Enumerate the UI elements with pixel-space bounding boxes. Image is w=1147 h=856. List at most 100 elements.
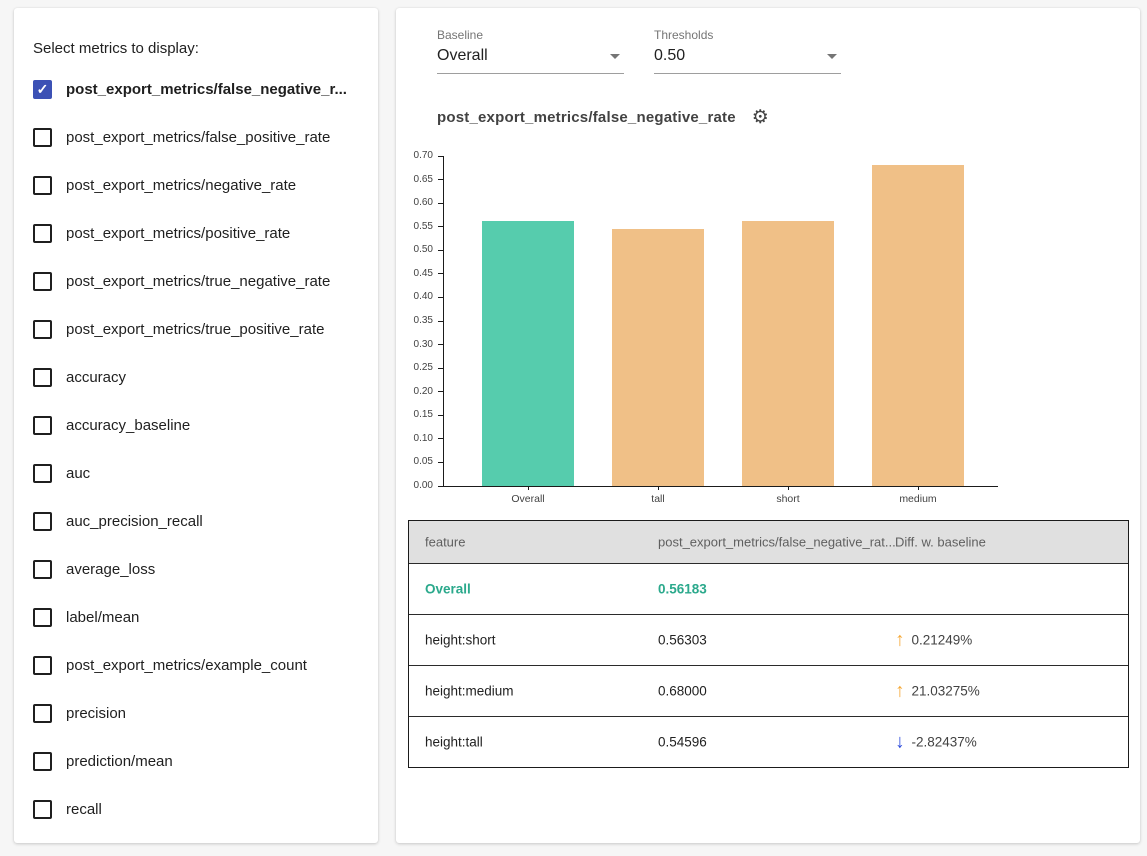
metric-item-label: post_export_metrics/positive_rate — [66, 225, 290, 242]
checkbox-unchecked-icon[interactable] — [33, 656, 52, 675]
metric-selector-panel: Select metrics to display: ✓post_export_… — [14, 8, 378, 843]
y-axis-tick — [438, 462, 444, 463]
metric-item-post-export-metrics-true-negative-rate[interactable]: post_export_metrics/true_negative_rate — [14, 257, 378, 305]
checkbox-unchecked-icon[interactable] — [33, 128, 52, 147]
chevron-down-icon — [610, 54, 620, 59]
thresholds-dropdown[interactable]: Thresholds 0.50 — [654, 28, 841, 74]
metric-item-average-loss[interactable]: average_loss — [14, 545, 378, 593]
gear-icon[interactable]: ⚙ — [752, 108, 769, 127]
checkbox-unchecked-icon[interactable] — [33, 272, 52, 291]
metric-item-label: post_export_metrics/false_negative_r... — [66, 81, 347, 98]
metric-item-label: post_export_metrics/false_positive_rate — [66, 129, 330, 146]
metric-item-post-export-metrics-negative-rate[interactable]: post_export_metrics/negative_rate — [14, 161, 378, 209]
cell-diff-with-baseline: ↑ 21.03275% — [895, 682, 980, 701]
y-axis-tick — [438, 391, 444, 392]
metric-item-label: average_loss — [66, 561, 155, 578]
metric-item-label-mean[interactable]: label/mean — [14, 593, 378, 641]
metric-item-post-export-metrics-false-positive-rate[interactable]: post_export_metrics/false_positive_rate — [14, 113, 378, 161]
table-body: Overall 0.56183 height:short0.56303↑0.2124… — [409, 563, 1128, 767]
bar-overall[interactable] — [482, 221, 574, 486]
checkbox-unchecked-icon[interactable] — [33, 752, 52, 771]
table-row-height-medium[interactable]: height:medium0.68000↑21.03275% — [409, 665, 1128, 716]
baseline-dropdown[interactable]: Baseline Overall — [437, 28, 624, 74]
y-axis-label: 0.10 — [397, 434, 433, 444]
table-header-metric: post_export_metrics/false_negative_rat..… — [658, 535, 896, 550]
table-row-height-tall[interactable]: height:tall0.54596↓-2.82437% — [409, 716, 1128, 767]
y-axis-label: 0.40 — [397, 292, 433, 302]
bar-tall[interactable] — [612, 229, 704, 486]
metric-item-post-export-metrics-example-count[interactable]: post_export_metrics/example_count — [14, 641, 378, 689]
checkbox-unchecked-icon[interactable] — [33, 176, 52, 195]
y-axis-tick — [438, 203, 444, 204]
checkbox-unchecked-icon[interactable] — [33, 560, 52, 579]
metric-item-prediction-mean[interactable]: prediction/mean — [14, 737, 378, 785]
y-axis-tick — [438, 368, 444, 369]
y-axis-label: 0.45 — [397, 269, 433, 279]
table-row-overall[interactable]: Overall 0.56183 — [409, 563, 1128, 614]
y-axis-tick — [438, 344, 444, 345]
checkbox-unchecked-icon[interactable] — [33, 224, 52, 243]
y-axis-tick — [438, 415, 444, 416]
metric-item-label: precision — [66, 705, 126, 722]
metric-item-accuracy[interactable]: accuracy — [14, 353, 378, 401]
metric-item-recall[interactable]: recall — [14, 785, 378, 833]
y-axis-tick — [438, 438, 444, 439]
checkbox-unchecked-icon[interactable] — [33, 608, 52, 627]
metric-item-label: auc_precision_recall — [66, 513, 203, 530]
metric-results-panel: Baseline Overall Thresholds 0.50 post_ex… — [396, 8, 1140, 843]
metric-item-accuracy-baseline[interactable]: accuracy_baseline — [14, 401, 378, 449]
metrics-table: feature post_export_metrics/false_negati… — [408, 520, 1129, 768]
bar-short[interactable] — [742, 221, 834, 486]
cell-diff-with-baseline: ↑0.21249% — [895, 631, 972, 650]
diff-percentage: 21.03275% — [912, 684, 980, 699]
metric-item-post-export-metrics-true-positive-rate[interactable]: post_export_metrics/true_positive_rate — [14, 305, 378, 353]
y-axis-tick — [438, 273, 444, 274]
cell-metric-value: 0.56183 — [658, 582, 707, 597]
y-axis-tick — [438, 179, 444, 180]
arrow-down-icon: ↓ — [895, 733, 905, 752]
metric-item-auc-precision-recall[interactable]: auc_precision_recall — [14, 497, 378, 545]
y-axis-tick — [438, 156, 444, 157]
metric-item-label: auc — [66, 465, 90, 482]
metric-item-label: post_export_metrics/example_count — [66, 657, 307, 674]
table-row-height-short[interactable]: height:short0.56303↑0.21249% — [409, 614, 1128, 665]
arrow-up-icon: ↑ — [895, 682, 905, 701]
y-axis-label: 0.60 — [397, 198, 433, 208]
y-axis-tick — [438, 297, 444, 298]
checkbox-unchecked-icon[interactable] — [33, 800, 52, 819]
cell-feature: height:short — [425, 633, 496, 648]
checkbox-unchecked-icon[interactable] — [33, 512, 52, 531]
thresholds-value: 0.50 — [654, 47, 685, 65]
table-header-row: feature post_export_metrics/false_negati… — [409, 521, 1128, 563]
x-axis-label-short: short — [742, 493, 834, 505]
y-axis-label: 0.65 — [397, 175, 433, 185]
metric-item-label: label/mean — [66, 609, 139, 626]
checkbox-unchecked-icon[interactable] — [33, 320, 52, 339]
table-header-diff: Diff. w. baseline — [895, 535, 986, 550]
chevron-down-icon — [827, 54, 837, 59]
checkbox-unchecked-icon[interactable] — [33, 368, 52, 387]
cell-feature: height:tall — [425, 735, 483, 750]
arrow-up-icon: ↑ — [895, 631, 905, 650]
metric-item-post-export-metrics-false-negative-r[interactable]: ✓ post_export_metrics/false_negative_r... — [14, 65, 378, 113]
metric-item-label: prediction/mean — [66, 753, 173, 770]
cell-feature: Overall — [425, 582, 471, 597]
metric-item-label: accuracy — [66, 369, 126, 386]
check-icon: ✓ — [37, 82, 49, 96]
bar-medium[interactable] — [872, 165, 964, 486]
checkbox-unchecked-icon[interactable] — [33, 704, 52, 723]
checkbox-checked-icon[interactable]: ✓ — [33, 80, 52, 99]
metric-item-precision[interactable]: precision — [14, 689, 378, 737]
y-axis-label: 0.05 — [397, 457, 433, 467]
y-axis-label: 0.25 — [397, 363, 433, 373]
metrics-list: ✓ post_export_metrics/false_negative_r...… — [14, 65, 378, 833]
metric-item-auc[interactable]: auc — [14, 449, 378, 497]
y-axis-label: 0.30 — [397, 340, 433, 350]
metric-item-label: post_export_metrics/true_positive_rate — [66, 321, 324, 338]
y-axis-tick — [438, 250, 444, 251]
checkbox-unchecked-icon[interactable] — [33, 464, 52, 483]
x-axis-label-overall: Overall — [482, 493, 574, 505]
checkbox-unchecked-icon[interactable] — [33, 416, 52, 435]
metric-item-post-export-metrics-positive-rate[interactable]: post_export_metrics/positive_rate — [14, 209, 378, 257]
y-axis-label: 0.50 — [397, 245, 433, 255]
